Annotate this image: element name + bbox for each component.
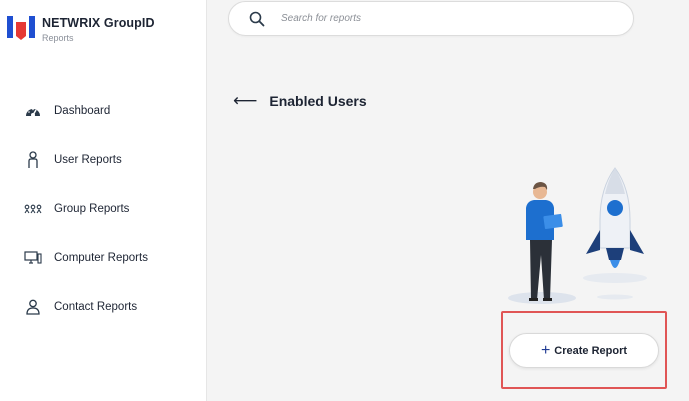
sidebar-item-label: Computer Reports xyxy=(54,251,148,264)
sidebar: NETWRIX GroupID Reports Dashboard User R… xyxy=(0,0,207,401)
sidebar-item-label: Dashboard xyxy=(54,104,111,117)
computer-icon xyxy=(24,249,42,267)
brand-subtitle: Reports xyxy=(42,33,74,43)
search-input[interactable] xyxy=(281,13,581,24)
dashboard-gauge-icon xyxy=(24,102,42,120)
search-bar[interactable] xyxy=(228,1,634,36)
user-icon xyxy=(24,150,42,169)
plus-icon: + xyxy=(540,341,551,359)
create-report-button[interactable]: + Create Report xyxy=(509,333,659,368)
sidebar-item-contact-reports[interactable]: Contact Reports xyxy=(0,282,207,331)
sidebar-item-group-reports[interactable]: Group Reports xyxy=(0,184,207,233)
brand-title: NETWRIX GroupID xyxy=(42,16,155,30)
netwrix-logo-icon xyxy=(7,16,35,40)
empty-state-illustration xyxy=(508,167,647,304)
sidebar-item-user-reports[interactable]: User Reports xyxy=(0,135,207,184)
back-arrow-icon[interactable]: ⟵ xyxy=(233,92,257,110)
page-header: ⟵ Enabled Users xyxy=(233,92,367,110)
page-title: Enabled Users xyxy=(269,93,367,109)
search-icon[interactable] xyxy=(249,11,265,27)
sidebar-item-label: Contact Reports xyxy=(54,300,138,313)
brand: NETWRIX GroupID Reports xyxy=(6,12,155,44)
sidebar-item-computer-reports[interactable]: Computer Reports xyxy=(0,233,207,282)
sidebar-nav: Dashboard User Reports Group Reports Com… xyxy=(0,86,207,331)
group-icon xyxy=(24,200,42,218)
sidebar-item-label: Group Reports xyxy=(54,202,130,215)
contact-icon xyxy=(24,298,42,316)
create-report-label: Create Report xyxy=(554,344,628,357)
sidebar-item-dashboard[interactable]: Dashboard xyxy=(0,86,207,135)
sidebar-item-label: User Reports xyxy=(54,153,122,166)
